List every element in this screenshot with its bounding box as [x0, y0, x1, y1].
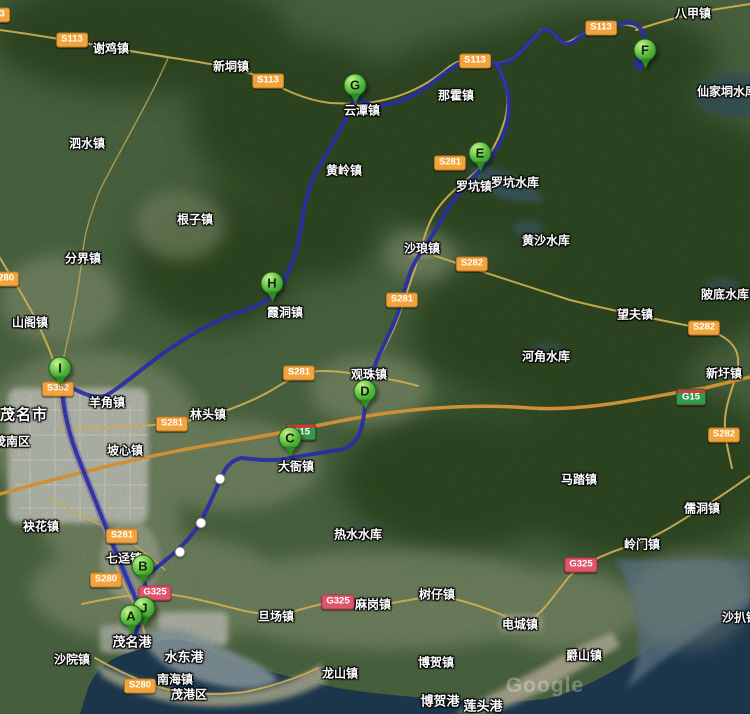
road-shield-S282: S282: [456, 257, 488, 272]
road-shield-S282: S282: [688, 321, 720, 336]
road-shield-S281: S281: [156, 417, 188, 432]
road-shield-S280: S280: [0, 272, 19, 287]
route-marker-A[interactable]: A: [120, 605, 143, 628]
port-label: 莲头港: [463, 696, 502, 714]
town-label: 麻岗镇: [355, 596, 391, 613]
road-shield-S280: S280: [90, 573, 122, 588]
port-label: 博贺港: [420, 691, 459, 710]
town-label: 博贺镇: [418, 654, 454, 671]
town-label: 南海镇: [157, 671, 193, 688]
route-waypoint-dot[interactable]: [215, 474, 226, 485]
town-label: 那霍镇: [438, 87, 474, 104]
water-label: 陂底水库: [701, 286, 749, 303]
water-label: 罗坑水库: [491, 174, 539, 191]
road-shield-S281: S281: [386, 293, 418, 308]
town-label: 爵山镇: [566, 647, 602, 664]
town-label: 新垌镇: [213, 58, 249, 75]
road-shield-S282: S282: [708, 428, 740, 443]
district-label: 茂南区: [0, 433, 30, 450]
road-shield-S113: S113: [252, 74, 284, 89]
town-label: 龙山镇: [322, 665, 358, 682]
route-marker-F[interactable]: F: [634, 39, 657, 62]
road-shield-S113: S113: [459, 54, 491, 69]
water-label: 热水水库: [334, 526, 382, 543]
town-label: 沙院镇: [54, 651, 90, 668]
town-label: 望夫镇: [617, 306, 653, 323]
town-label: 根子镇: [177, 211, 213, 228]
route-marker-C[interactable]: C: [279, 427, 302, 450]
town-label: 谢鸡镇: [93, 40, 129, 57]
town-label: 泗水镇: [69, 135, 105, 152]
water-label: 仙家垌水库: [697, 83, 750, 100]
route-waypoint-dot[interactable]: [196, 518, 207, 529]
town-label: 黄岭镇: [326, 162, 362, 179]
town-label: 儒洞镇: [684, 500, 720, 517]
town-label: 坡心镇: [107, 442, 143, 459]
town-label: 新圩镇: [706, 365, 742, 382]
town-label: 岭门镇: [624, 536, 660, 553]
town-label: 大衙镇: [278, 458, 314, 475]
route-marker-H[interactable]: H: [261, 272, 284, 295]
road-shield-S281: S281: [283, 366, 315, 381]
city-label: 茂名市: [0, 404, 48, 425]
town-label: 沙琅镇: [404, 240, 440, 257]
map-watermark: Google: [506, 674, 584, 698]
district-label: 茂港区: [171, 686, 207, 703]
town-label: 旦场镇: [258, 608, 294, 625]
route-marker-B[interactable]: B: [132, 555, 155, 578]
port-label: 水东港: [164, 647, 203, 666]
road-shield-S113: S113: [585, 21, 617, 36]
town-label: 羊角镇: [89, 394, 125, 411]
town-label: 马踏镇: [561, 471, 597, 488]
route-marker-G[interactable]: G: [344, 74, 367, 97]
water-label: 河角水库: [522, 348, 570, 365]
route-waypoint-dot[interactable]: [175, 547, 186, 558]
town-label: 树仔镇: [419, 586, 455, 603]
town-label: 袂花镇: [23, 518, 59, 535]
road-shield-G325: G325: [321, 595, 354, 610]
town-label: 林头镇: [190, 406, 226, 423]
town-label: 电城镇: [502, 616, 538, 633]
road-shield-S280: S280: [124, 679, 156, 694]
route-marker-I[interactable]: I: [49, 357, 72, 380]
town-label: 罗坑镇: [456, 178, 492, 195]
town-label: 分界镇: [65, 250, 101, 267]
road-shield-G325: G325: [564, 558, 597, 573]
route-marker-E[interactable]: E: [469, 142, 492, 165]
road-shield-S281: S281: [434, 156, 466, 171]
road-shield-S113: S113: [0, 8, 10, 23]
water-label: 黄沙水库: [522, 232, 570, 249]
road-shield-G15: G15: [676, 389, 706, 406]
town-label: 八甲镇: [675, 5, 711, 22]
road-shield-S281: S281: [106, 529, 138, 544]
map-canvas[interactable]: 茂名市茂南区茂港区谢鸡镇新垌镇八甲镇云潭镇那霍镇泗水镇黄岭镇罗坑镇根子镇沙琅镇分…: [0, 0, 750, 714]
road-shield-S113: S113: [56, 33, 88, 48]
route-marker-D[interactable]: D: [354, 380, 377, 403]
town-label: 山阁镇: [12, 314, 48, 331]
town-label: 沙扒镇: [722, 609, 750, 626]
